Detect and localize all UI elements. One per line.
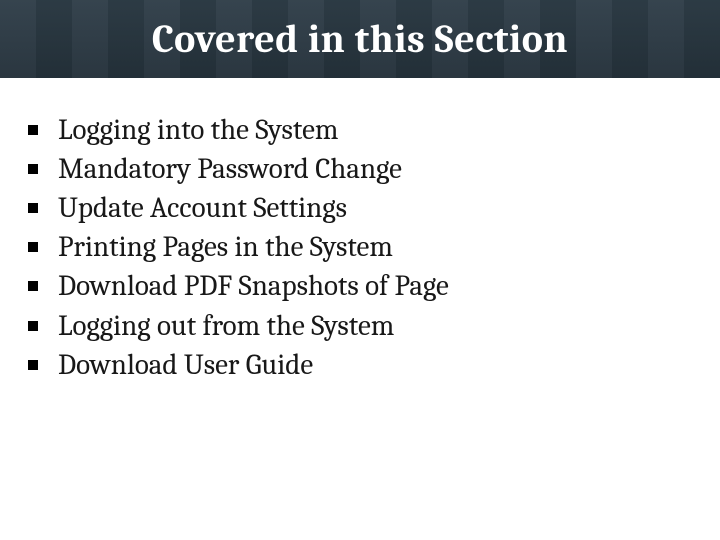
bullet-icon	[28, 203, 38, 213]
list-item: Logging out from the System	[28, 308, 692, 345]
list-item-label: Mandatory Password Change	[58, 151, 402, 188]
list-item-label: Printing Pages in the System	[58, 229, 393, 266]
list-item: Download User Guide	[28, 347, 692, 384]
list-item: Printing Pages in the System	[28, 229, 692, 266]
bullet-icon	[28, 242, 38, 252]
list-item-label: Logging out from the System	[58, 308, 394, 345]
list-item-label: Download User Guide	[58, 347, 313, 384]
bullet-icon	[28, 360, 38, 370]
bullet-icon	[28, 164, 38, 174]
list-item: Update Account Settings	[28, 190, 692, 227]
list-item-label: Logging into the System	[58, 112, 338, 149]
list-item: Download PDF Snapshots of Page	[28, 268, 692, 305]
slide-content: Logging into the System Mandatory Passwo…	[0, 78, 720, 384]
bullet-icon	[28, 281, 38, 291]
list-item: Logging into the System	[28, 112, 692, 149]
list-item: Mandatory Password Change	[28, 151, 692, 188]
list-item-label: Update Account Settings	[58, 190, 347, 227]
slide-header: Covered in this Section	[0, 0, 720, 78]
bullet-icon	[28, 125, 38, 135]
bullet-icon	[28, 321, 38, 331]
list-item-label: Download PDF Snapshots of Page	[58, 268, 449, 305]
slide-title: Covered in this Section	[152, 16, 568, 62]
bullet-list: Logging into the System Mandatory Passwo…	[28, 112, 692, 384]
